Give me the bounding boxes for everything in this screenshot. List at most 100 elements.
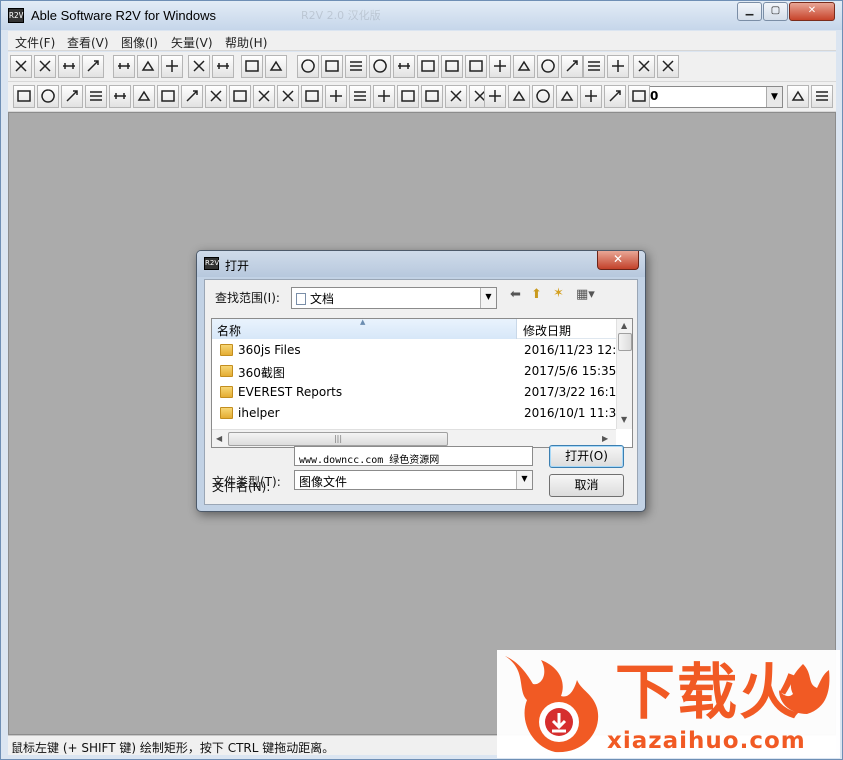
square-arrows-icon[interactable] [229,85,251,108]
chevron-down-icon[interactable]: ▼ [516,471,532,489]
column-date-header[interactable]: 修改日期 [518,319,616,339]
snap-icon[interactable] [205,85,227,108]
help-icon[interactable] [633,55,655,78]
draw-line-icon[interactable] [37,85,59,108]
zoom-out-icon[interactable] [137,55,159,78]
keyboard-icon[interactable] [265,55,287,78]
help-icon [638,60,650,72]
node-line-icon[interactable] [369,55,391,78]
sel-plus-icon[interactable] [508,85,530,108]
new-folder-icon[interactable]: ✶ [553,286,564,301]
branch-icon[interactable] [181,85,203,108]
fill-icon[interactable] [445,85,467,108]
menu-view[interactable]: 查看(V) [67,34,109,51]
align-v-icon[interactable] [109,85,131,108]
vertical-scrollbar[interactable]: ▲ ▼ [616,319,632,429]
number-icon[interactable] [604,85,626,108]
ruler-icon[interactable] [421,85,443,108]
delete-node-icon[interactable] [489,55,511,78]
label-icon[interactable] [417,55,439,78]
text-abc2-icon[interactable] [537,55,559,78]
sel-pointer-icon[interactable] [484,85,506,108]
rect-icon[interactable] [253,85,275,108]
up-folder-icon[interactable]: ⬆ [531,287,542,302]
layer-down-icon[interactable] [811,85,833,108]
scroll-down-icon[interactable]: ▼ [621,415,627,424]
list-item[interactable]: 360截图 2017/5/6 15:35 [212,361,616,382]
mid-icon[interactable] [325,85,347,108]
list-item[interactable]: EVEREST Reports 2017/3/22 16:18 [212,382,624,403]
maximize-button[interactable]: ▢ [763,2,788,21]
layer-select[interactable]: 0 ▼ [645,86,783,108]
close-button[interactable]: ✕ [789,2,835,21]
id2-icon[interactable] [373,85,395,108]
sel-move-icon[interactable] [556,85,578,108]
select-box-icon[interactable] [345,55,367,78]
vertical-scroll-thumb[interactable] [618,333,632,351]
split-icon[interactable] [465,55,487,78]
zoom-point-icon[interactable] [583,55,605,78]
filename-input[interactable]: www.downcc.com 绿色资源网 [294,446,533,466]
vectorize-icon[interactable] [297,55,319,78]
cancel-button[interactable]: 取消 [549,474,624,497]
align-v2-icon[interactable] [133,85,155,108]
export-icon[interactable] [82,55,104,78]
list-item[interactable]: ihelper 2016/10/1 11:30 [212,403,624,424]
center-icon[interactable] [561,55,583,78]
keyboard-icon [269,60,283,71]
look-in-dropdown[interactable]: 文档 ▼ [291,287,497,309]
light-icon[interactable] [628,85,650,108]
trace-icon[interactable] [13,85,35,108]
save-as-icon[interactable] [58,55,80,78]
id3-icon[interactable] [580,85,602,108]
diag2-icon[interactable] [301,85,323,108]
pointer-icon [217,63,229,69]
diag-icon[interactable] [277,85,299,108]
menu-image[interactable]: 图像(I) [121,34,158,51]
menu-help[interactable]: 帮助(H) [225,34,267,51]
chevron-down-icon[interactable]: ▼ [766,87,782,107]
cross-icon[interactable] [441,55,463,78]
undo-icon[interactable] [188,55,210,78]
scroll-right-icon[interactable]: ▶ [602,434,608,443]
id-icon[interactable] [349,85,371,108]
menu-vector[interactable]: 矢量(V) [171,34,213,51]
arrow-diag-icon [90,91,102,101]
menu-file[interactable]: 文件(F) [15,34,55,51]
zoom-in-icon [118,63,130,69]
text-abc-icon[interactable] [513,55,535,78]
zoom-in-icon[interactable] [113,55,135,78]
minimize-button[interactable]: ▁ [737,2,762,21]
scroll-up-icon[interactable]: ▲ [621,321,627,330]
list-item[interactable]: 360js Files 2016/11/23 12:2 [212,340,624,361]
dialog-title-bar[interactable]: R2V 打开 ✕ [197,251,645,277]
merge-icon[interactable] [157,85,179,108]
dialog-close-button[interactable]: ✕ [597,251,639,270]
open-icon[interactable] [10,55,32,78]
sel-cross-icon[interactable] [532,85,554,108]
title-bar[interactable]: R2V Able Software R2V for Windows R2V 2.… [1,1,842,30]
cut-icon[interactable] [161,55,183,78]
arrow-diag-icon[interactable] [85,85,107,108]
align-icon[interactable] [241,55,263,78]
frame-icon[interactable] [321,55,343,78]
column-name-header[interactable]: ▲ 名称 [212,319,517,339]
open-button[interactable]: 打开(O) [549,445,624,468]
scroll-left-icon[interactable]: ◀ [216,434,222,443]
save-icon[interactable] [34,55,56,78]
chevron-down-icon[interactable]: ▼ [480,288,496,308]
rotate-icon[interactable] [61,85,83,108]
back-icon[interactable]: ⬅ [510,287,521,302]
curve-icon[interactable] [397,85,419,108]
context-help-icon[interactable] [657,55,679,78]
pointer-icon[interactable] [212,55,234,78]
horizontal-scroll-thumb[interactable]: ||| [228,432,448,446]
view-menu-icon[interactable]: ▦▾ [576,287,595,302]
zoom-window-icon[interactable] [607,55,629,78]
merge-icon [161,90,175,102]
segment-icon[interactable] [393,55,415,78]
filetype-dropdown[interactable]: 图像文件 ▼ [294,470,533,490]
flame-accent-icon [779,664,830,714]
file-list[interactable]: ▲ 名称 修改日期 360js Files 2016/11/23 12:2 36… [211,318,633,448]
layer-up-icon[interactable] [787,85,809,108]
